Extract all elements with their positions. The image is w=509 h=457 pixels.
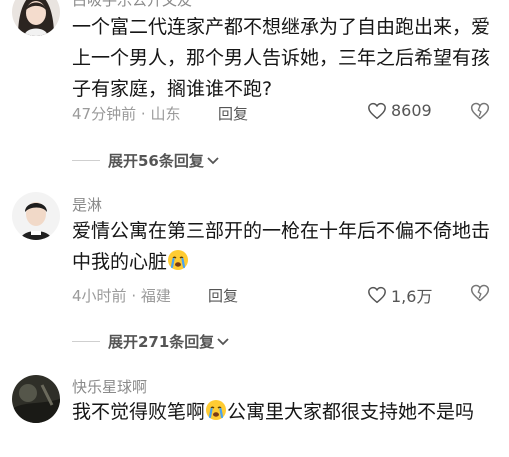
comment-author[interactable]: 是淋 [72, 194, 102, 215]
avatar[interactable] [12, 375, 60, 423]
like-button[interactable]: 1,6万 [367, 283, 432, 307]
comment-list: 白吸手乐公开文友 一个富二代连家产都不想继承为了自由跑出来，爱上一个男人，那个男… [0, 0, 509, 457]
expand-replies-label: 展开271条回复 [108, 333, 215, 351]
crying-face-emoji-icon [206, 400, 227, 420]
expand-replies-label: 展开56条回复 [108, 152, 204, 170]
avatar-image [12, 192, 60, 240]
comment-author[interactable]: 白吸手乐公开文友 [72, 0, 192, 10]
comment-text-part: 公寓里大家都很支持她不是吗 [227, 401, 475, 423]
comment-location: 山东 [150, 105, 181, 123]
like-count: 8609 [391, 101, 432, 120]
heart-outline-icon [368, 286, 386, 304]
comment-meta: 47分钟前 · 山东 [72, 103, 180, 124]
meta-separator: · [140, 105, 146, 123]
reply-button[interactable]: 回复 [208, 285, 238, 306]
avatar-image [12, 375, 60, 423]
comment-text: 一个富二代连家产都不想继承为了自由跑出来，爱上一个男人，那个男人告诉她，三年之后… [72, 16, 491, 100]
comment-time: 47分钟前 [72, 105, 137, 123]
like-button[interactable]: 8609 [367, 101, 432, 120]
broken-heart-icon[interactable] [470, 283, 490, 303]
avatar[interactable] [12, 192, 60, 240]
comment-location: 福建 [140, 287, 171, 305]
chevron-down-icon [217, 337, 229, 345]
comment-text-part: 我不觉得败笔啊 [72, 401, 206, 423]
meta-separator: · [131, 287, 137, 305]
reply-button[interactable]: 回复 [218, 103, 248, 124]
expand-replies-button[interactable]: 展开56条回复 [72, 150, 220, 171]
comment-meta: 4小时前 · 福建 [72, 285, 171, 306]
comment-author[interactable]: 快乐星球啊 [72, 376, 147, 397]
comment-text: 爱情公寓在第三部开的一枪在十年后不偏不倚地击中我的心脏 [72, 216, 496, 278]
avatar-image [12, 0, 60, 36]
chevron-down-icon [207, 156, 219, 164]
crying-face-emoji-icon [168, 250, 189, 270]
comment-text: 我不觉得败笔啊 公寓里大家都很支持她不是吗 [72, 397, 496, 428]
comment-text-part: 爱情公寓在第三部开的一枪在十年后不偏不倚地击中我的心脏 [72, 220, 491, 273]
comment-time: 4小时前 [72, 287, 127, 305]
avatar[interactable] [12, 0, 60, 36]
heart-outline-icon [368, 102, 386, 119]
broken-heart-icon[interactable] [470, 101, 490, 121]
expand-replies-button[interactable]: 展开271条回复 [72, 331, 230, 352]
divider-line [72, 160, 100, 161]
divider-line [72, 341, 100, 342]
like-count: 1,6万 [391, 287, 433, 306]
